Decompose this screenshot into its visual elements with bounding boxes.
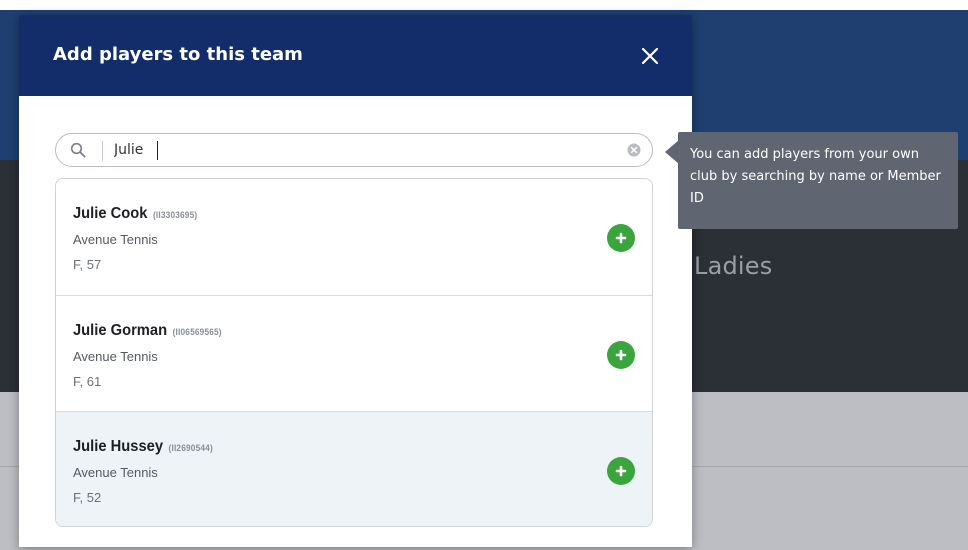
player-search-box[interactable] <box>55 133 653 167</box>
tooltip-arrow <box>665 140 679 164</box>
player-name-line: Julie Hussey (II2690544) <box>73 438 213 456</box>
clear-icon[interactable] <box>627 143 641 157</box>
modal-title: Add players to this team <box>53 44 303 65</box>
player-club: Avenue Tennis <box>73 465 158 480</box>
player-club: Avenue Tennis <box>73 232 158 247</box>
team-category-title: Ladies <box>694 252 773 280</box>
player-gender-age: F, 57 <box>73 257 102 272</box>
player-name-line: Julie Gorman (II06569565) <box>73 322 222 340</box>
plus-icon <box>615 465 627 477</box>
player-name: Julie Gorman <box>73 322 168 339</box>
plus-icon <box>615 232 627 244</box>
plus-icon <box>615 349 627 361</box>
tooltip-text: You can add players from your own club b… <box>690 147 941 206</box>
page-top-strip <box>0 0 968 10</box>
search-input[interactable] <box>114 139 614 161</box>
add-player-button[interactable] <box>607 224 635 252</box>
add-player-button[interactable] <box>607 341 635 369</box>
result-item[interactable]: Julie Hussey (II2690544) Avenue Tennis F,… <box>56 412 652 526</box>
player-name-line: Julie Cook (II3303695) <box>73 205 197 223</box>
add-player-button[interactable] <box>607 457 635 485</box>
member-id: (II06569565) <box>172 327 222 337</box>
player-club: Avenue Tennis <box>73 349 158 364</box>
result-item[interactable]: Julie Gorman (II06569565) Avenue Tennis F… <box>56 296 652 411</box>
text-cursor <box>157 141 158 160</box>
player-name: Julie Cook <box>73 205 148 222</box>
close-icon <box>641 47 659 65</box>
member-id: (II2690544) <box>168 443 213 453</box>
search-help-tooltip: You can add players from your own club b… <box>678 132 958 229</box>
member-id: (II3303695) <box>152 210 198 220</box>
player-name: Julie Hussey <box>73 438 164 455</box>
add-players-modal: Add players to this team Julie Cook (II33… <box>19 15 692 547</box>
modal-header: Add players to this team <box>19 15 692 96</box>
result-item[interactable]: Julie Cook (II3303695) Avenue Tennis F, 5… <box>56 179 652 294</box>
player-gender-age: F, 52 <box>73 490 102 505</box>
search-divider <box>102 141 103 161</box>
search-icon <box>70 142 86 158</box>
obscured-header-link <box>8 98 19 112</box>
close-button[interactable] <box>637 43 663 69</box>
search-results-list: Julie Cook (II3303695) Avenue Tennis F, 5… <box>55 178 653 527</box>
player-gender-age: F, 61 <box>73 374 102 389</box>
